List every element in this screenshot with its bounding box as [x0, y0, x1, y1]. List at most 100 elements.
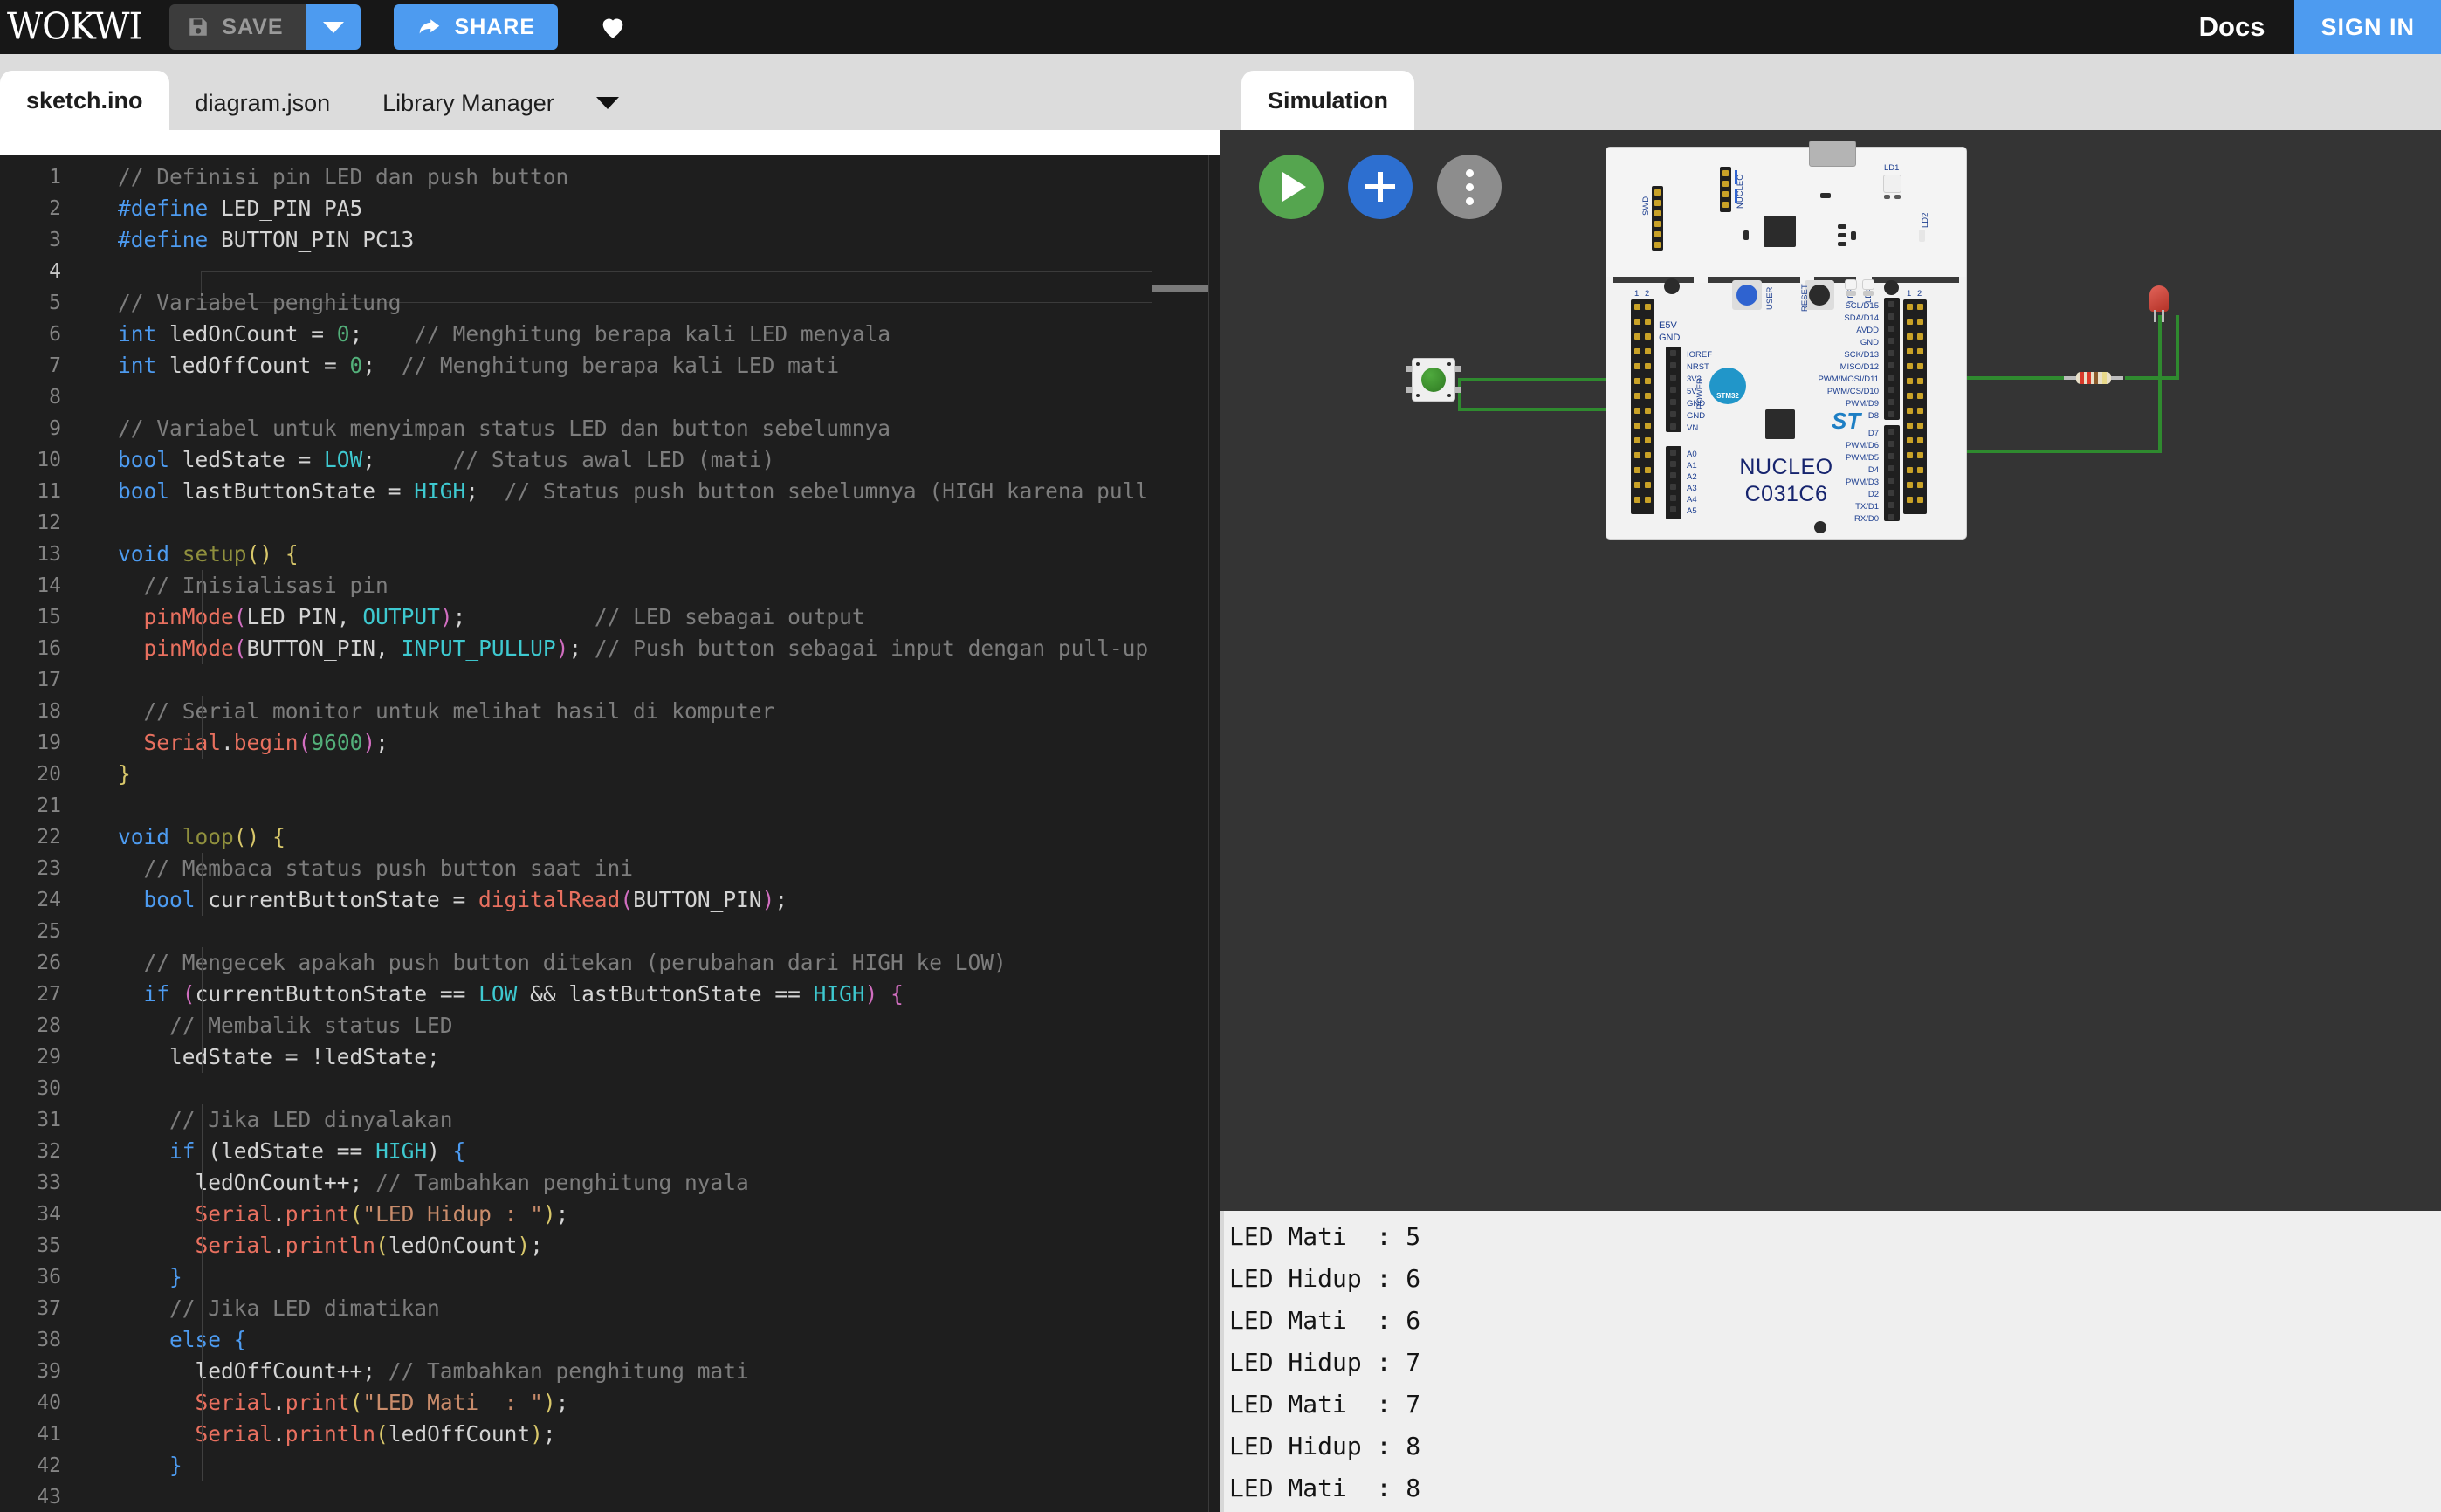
- code-line[interactable]: 29 ledState = !ledState;: [0, 1041, 1220, 1073]
- code-line[interactable]: 30: [0, 1073, 1220, 1104]
- save-dropdown-button[interactable]: [306, 4, 361, 50]
- code-line[interactable]: 11 bool lastButtonState = HIGH; // Status…: [0, 476, 1220, 507]
- line-number: 21: [37, 794, 61, 817]
- tab-diagram-json[interactable]: diagram.json: [169, 76, 357, 130]
- code-line[interactable]: 41 Serial.println(ledOffCount);: [0, 1419, 1220, 1450]
- code-line[interactable]: 39 ledOffCount++; // Tambahkan penghitun…: [0, 1356, 1220, 1387]
- code-line[interactable]: 28 // Membalik status LED: [0, 1010, 1220, 1041]
- favorite-button[interactable]: [589, 12, 636, 42]
- code-line[interactable]: 37 // Jika LED dimatikan: [0, 1293, 1220, 1324]
- code-line[interactable]: 18 // Serial monitor untuk melihat hasil…: [0, 696, 1220, 727]
- sign-in-button[interactable]: SIGN IN: [2294, 0, 2441, 54]
- docs-link[interactable]: Docs: [2169, 11, 2295, 43]
- led-leg-cathode: [2154, 310, 2156, 322]
- wire-led-cathode-return[interactable]: [1964, 450, 2162, 453]
- code-line[interactable]: 6 int ledOnCount = 0; // Menghitung berap…: [0, 319, 1220, 350]
- floppy-disk-icon: [187, 16, 210, 38]
- line-number: 36: [37, 1266, 61, 1289]
- code-line-text: ledState = !ledState;: [84, 1041, 1220, 1073]
- code-line[interactable]: 24 bool currentButtonState = digitalRead…: [0, 884, 1220, 916]
- kebab-menu-icon: [1465, 168, 1474, 205]
- code-line[interactable]: 5 // Variabel penghitung: [0, 287, 1220, 319]
- code-lines-container: 1 // Definisi pin LED dan push button 2 #de…: [0, 162, 1220, 1512]
- wire-button-top[interactable]: [1458, 378, 1608, 381]
- pushbutton-part[interactable]: [1406, 359, 1461, 408]
- analog-connector: [1666, 446, 1681, 519]
- code-line[interactable]: 3 #define BUTTON_PIN PC13: [0, 224, 1220, 256]
- code-line[interactable]: 40 Serial.print("LED Mati : ");: [0, 1387, 1220, 1419]
- line-number: 32: [37, 1140, 61, 1163]
- wire-button-to-gnd[interactable]: [1461, 408, 1608, 411]
- tab-overflow-button[interactable]: [581, 76, 635, 130]
- code-line[interactable]: 38 else {: [0, 1324, 1220, 1356]
- tab-simulation[interactable]: Simulation: [1241, 71, 1415, 130]
- serial-monitor[interactable]: LED Mati : 5 LED Hidup : 6 LED Mati : 6 LED…: [1220, 1209, 2441, 1512]
- code-line-text: if (currentButtonState == LOW && lastBut…: [84, 979, 1220, 1010]
- code-line[interactable]: 8: [0, 381, 1220, 413]
- code-line[interactable]: 10 bool ledState = LOW; // Status awal LE…: [0, 444, 1220, 476]
- pushbutton-cap[interactable]: [1421, 368, 1446, 392]
- code-line[interactable]: 22 void loop() {: [0, 821, 1220, 853]
- code-line[interactable]: 15 pinMode(LED_PIN, OUTPUT); // LED seba…: [0, 601, 1220, 633]
- code-line[interactable]: 26 // Mengecek apakah push button diteka…: [0, 947, 1220, 979]
- code-line[interactable]: 43: [0, 1481, 1220, 1512]
- wire-led-anode-vertical[interactable]: [2176, 315, 2179, 380]
- board-label-gnd-top: GND: [1659, 333, 1681, 343]
- save-button[interactable]: SAVE: [169, 4, 306, 50]
- code-line[interactable]: 32 if (ledState == HIGH) {: [0, 1136, 1220, 1167]
- code-line[interactable]: 17: [0, 664, 1220, 696]
- code-line[interactable]: 36 }: [0, 1261, 1220, 1293]
- wire-resistor-to-led[interactable]: [2125, 376, 2179, 380]
- code-line[interactable]: 27 if (currentButtonState == LOW && last…: [0, 979, 1220, 1010]
- code-line[interactable]: 25: [0, 916, 1220, 947]
- pin-label-sck-d13: SCK/D13: [1844, 350, 1879, 360]
- code-line[interactable]: 34 Serial.print("LED Hidup : ");: [0, 1199, 1220, 1230]
- code-line[interactable]: 4: [0, 256, 1220, 303]
- serial-output-line: LED Mati : 6: [1229, 1306, 1421, 1335]
- add-part-button[interactable]: [1348, 155, 1413, 219]
- wire-d8-to-resistor[interactable]: [1964, 376, 2067, 380]
- code-line[interactable]: 9 // Variabel untuk menyimpan status LED …: [0, 413, 1220, 444]
- small-component: [1838, 224, 1846, 229]
- resistor-part[interactable]: [2064, 372, 2123, 384]
- code-line[interactable]: 23 // Membaca status push button saat in…: [0, 853, 1220, 884]
- code-line[interactable]: 42 }: [0, 1450, 1220, 1481]
- code-line[interactable]: 19 Serial.begin(9600);: [0, 727, 1220, 759]
- pin-label-pwm-d5: PWM/D5: [1846, 453, 1879, 463]
- play-button[interactable]: [1259, 155, 1324, 219]
- mcu-chip-main: [1765, 409, 1795, 439]
- simulation-canvas[interactable]: SWD NUCLEO LD1 LD2 USER RESET STM32 ST N…: [1220, 130, 2441, 1209]
- user-button[interactable]: [1732, 280, 1762, 310]
- code-line[interactable]: 1 // Definisi pin LED dan push button: [0, 162, 1220, 193]
- code-line[interactable]: 20}: [0, 759, 1220, 790]
- nucleo-board[interactable]: SWD NUCLEO LD1 LD2 USER RESET STM32 ST N…: [1606, 141, 1966, 539]
- led-part[interactable]: [2149, 285, 2169, 322]
- pushbutton-body: [1413, 359, 1454, 401]
- mcu-chip-top: [1764, 216, 1796, 247]
- tab-sketch-ino[interactable]: sketch.ino: [0, 71, 169, 130]
- code-line[interactable]: 12: [0, 507, 1220, 539]
- pin-label-d2: D2: [1867, 490, 1879, 499]
- code-line[interactable]: 13 void setup() {: [0, 539, 1220, 570]
- share-button[interactable]: SHARE: [393, 4, 559, 50]
- code-line[interactable]: 31 // Jika LED dinyalakan: [0, 1104, 1220, 1136]
- editor-minimap[interactable]: [1152, 155, 1220, 1512]
- code-line-text: bool ledState = LOW; // Status awal LED …: [118, 447, 775, 472]
- code-line[interactable]: 14 // Inisialisasi pin: [0, 570, 1220, 601]
- code-line[interactable]: 16 pinMode(BUTTON_PIN, INPUT_PULLUP); //…: [0, 633, 1220, 664]
- code-line[interactable]: 33 ledOnCount++; // Tambahkan penghitung…: [0, 1167, 1220, 1199]
- code-line[interactable]: 2 #define LED_PIN PA5: [0, 193, 1220, 224]
- code-line[interactable]: 7 int ledOffCount = 0; // Menghitung bera…: [0, 350, 1220, 381]
- code-editor[interactable]: 1 // Definisi pin LED dan push button 2 #de…: [0, 155, 1220, 1512]
- editor-scrollbar-thumb[interactable]: [1152, 285, 1208, 292]
- more-options-button[interactable]: [1437, 155, 1502, 219]
- wire-led-cathode-vertical[interactable]: [2158, 315, 2162, 453]
- tab-library-manager[interactable]: Library Manager: [356, 76, 581, 130]
- wokwi-logo[interactable]: WOKWI: [0, 9, 147, 45]
- editor-tabbar: sketch.ino diagram.json Library Manager: [0, 54, 1220, 130]
- pin-label-miso-d12: MISO/D12: [1839, 362, 1879, 372]
- pin-label-pwm-d3: PWM/D3: [1846, 478, 1879, 487]
- right-header-row-1: 1: [1907, 289, 1912, 299]
- code-line[interactable]: 21: [0, 790, 1220, 821]
- code-line[interactable]: 35 Serial.println(ledOnCount);: [0, 1230, 1220, 1261]
